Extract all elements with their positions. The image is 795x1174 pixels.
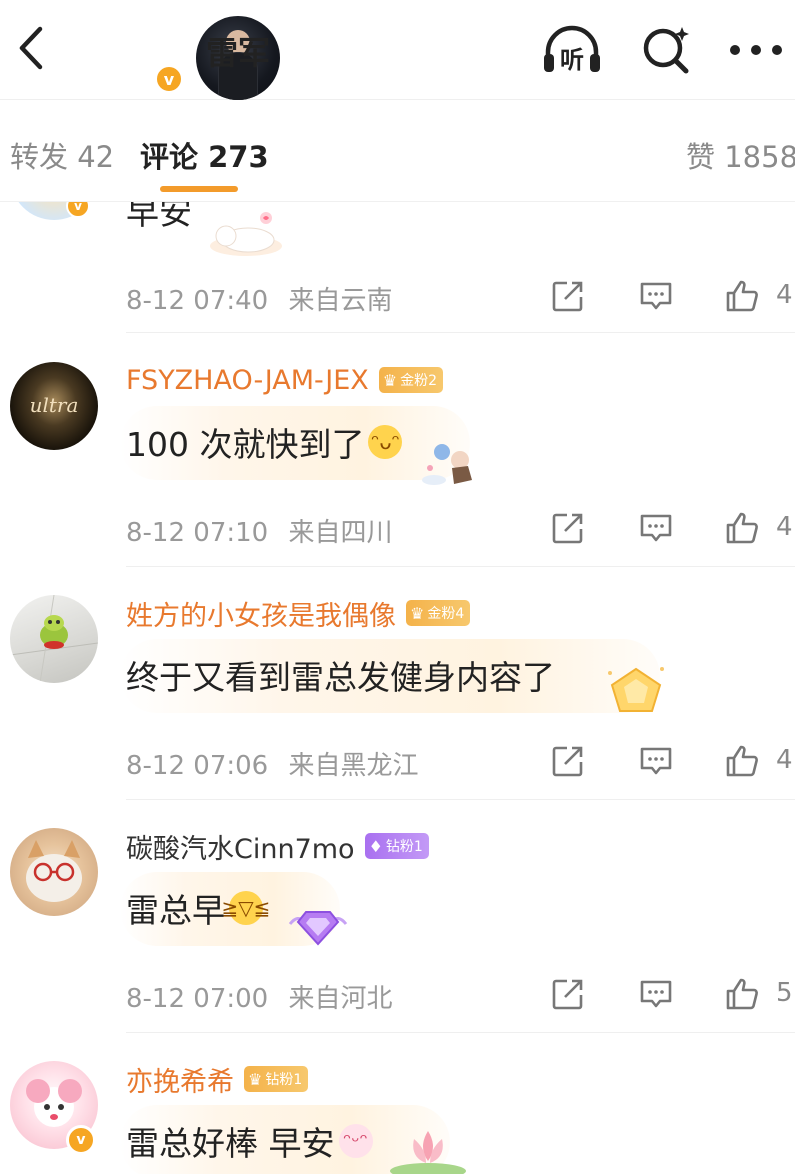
like-button[interactable] (722, 741, 762, 781)
tab-comments[interactable]: 评论 273 (140, 134, 269, 176)
comment-item: 碳酸汽水Cinn7mo ♦ 钻粉1 雷总早 ≧▽≦ 8-12 07:00 来自河北 … (0, 800, 795, 1033)
repost-button[interactable] (548, 276, 588, 316)
comment-icon (640, 282, 672, 310)
svg-text:听: 听 (560, 46, 584, 74)
cheering-emoji-icon: ≧▽≦ (222, 891, 270, 925)
divider (126, 332, 795, 333)
fan-badge: ♛ 钻粉1 (244, 1066, 309, 1092)
comment-item: v 早安 8-12 07:40 来自云南 4 (0, 202, 795, 334)
comment-meta: 8-12 07:00 来自河北 (126, 978, 392, 1015)
gold-pentagon-badge (608, 667, 664, 712)
comment-time: 8-12 07:40 (126, 286, 269, 316)
comment-item: v 亦挽希希 ♛ 钻粉1 雷总好棒 早安 ᵔᵕᵔ (0, 1033, 795, 1174)
user-avatar[interactable] (10, 828, 98, 916)
sleeping-cat-sticker (210, 212, 282, 256)
svg-text:ultra: ultra (30, 393, 79, 417)
like-button[interactable] (722, 276, 762, 316)
comment-meta: 8-12 07:06 来自黑龙江 (126, 745, 418, 782)
thumbs-up-icon (726, 745, 758, 777)
comment-location: 来自河北 (288, 984, 393, 1014)
crown-icon: ♛ (410, 603, 425, 623)
user-avatar[interactable] (10, 595, 98, 683)
comment-icon (640, 514, 672, 542)
repost-button[interactable] (548, 741, 588, 781)
comment-icon (640, 980, 672, 1008)
comment-item: 姓方的小女孩是我偶像 ♛ 金粉4 终于又看到雷总发健身内容了 8-12 07:06… (0, 567, 795, 800)
page-title: 雷军 (206, 34, 271, 72)
comment-location: 来自黑龙江 (288, 751, 419, 781)
like-count: 5 (776, 978, 793, 1008)
reply-button[interactable] (636, 508, 676, 548)
like-count: 4 (776, 745, 793, 775)
comment-text: 早安 (126, 202, 192, 232)
share-icon (552, 513, 583, 544)
comment-time: 8-12 07:06 (126, 751, 269, 781)
crown-icon: ♛ (382, 370, 398, 390)
diamond-icon: ♦ (368, 836, 383, 856)
tab-likes[interactable]: 赞 1858 (686, 134, 795, 176)
fan-badge: ♛ 金粉2 (378, 367, 444, 393)
profile-avatar[interactable]: v (98, 8, 280, 100)
like-count: 4 (776, 280, 793, 310)
tab-repost[interactable]: 转发 42 (10, 134, 114, 176)
comment-list[interactable]: v 早安 8-12 07:40 来自云南 4 ultra FSYZHAO-JAM… (0, 202, 795, 1174)
username[interactable]: 亦挽希希 ♛ 钻粉1 (126, 1063, 309, 1098)
comment-text: 终于又看到雷总发健身内容了 (126, 658, 555, 697)
comment-location: 来自四川 (288, 518, 393, 548)
search-button[interactable] (634, 20, 698, 80)
reply-button[interactable] (636, 276, 676, 316)
comment-meta: 8-12 07:10 来自四川 (126, 512, 392, 549)
share-icon (552, 746, 583, 777)
thumbs-up-icon (726, 280, 758, 312)
comment-text: 100 次就快到了 ᵔᴗᵔ (126, 420, 403, 464)
cartoon-character-sticker (422, 444, 472, 485)
purple-diamond-badge (288, 911, 348, 946)
chevron-left-icon (19, 26, 43, 70)
search-icon (643, 27, 689, 74)
like-count: 4 (776, 512, 793, 542)
comment-location: 来自云南 (288, 286, 393, 316)
tab-active-indicator (160, 186, 238, 192)
repost-button[interactable] (548, 974, 588, 1014)
comment-icon (640, 747, 672, 775)
top-bar: v 雷军 听 (0, 0, 795, 100)
share-icon (552, 979, 583, 1010)
like-button[interactable] (722, 974, 762, 1014)
more-button[interactable] (724, 20, 788, 80)
reply-button[interactable] (636, 974, 676, 1014)
share-icon (552, 281, 583, 312)
comment-meta: 8-12 07:40 来自云南 (126, 280, 392, 317)
comment-item: ultra FSYZHAO-JAM-JEX ♛ 金粉2 100 次就快到了 ᵔᴗᵔ … (0, 334, 795, 567)
reply-button[interactable] (636, 741, 676, 781)
comment-text: 雷总好棒 早安 ᵔᵕᵔ (126, 1119, 373, 1163)
like-button[interactable] (722, 508, 762, 548)
verified-icon: v (154, 64, 184, 94)
back-button[interactable] (6, 18, 56, 78)
verified-icon: v (66, 1125, 96, 1155)
username[interactable]: 碳酸汽水Cinn7mo ♦ 钻粉1 (126, 830, 429, 865)
bunny-emoji-icon: ᵔᵕᵔ (338, 1124, 373, 1158)
username[interactable]: FSYZHAO-JAM-JEX ♛ 金粉2 (126, 364, 444, 396)
user-avatar[interactable]: ultra (10, 362, 98, 450)
comment-text: 雷总早 ≧▽≦ (126, 891, 271, 930)
headphones-icon: 听 (544, 25, 600, 74)
crown-icon: ♛ (248, 1069, 263, 1089)
thumbs-up-icon (726, 978, 758, 1010)
tab-bar: 转发 42 评论 273 赞 1858 (0, 100, 795, 202)
repost-button[interactable] (548, 508, 588, 548)
laughing-emoji-icon: ᵔᴗᵔ (368, 425, 403, 459)
fan-badge: ♛ 金粉4 (406, 600, 471, 626)
listen-button[interactable]: 听 (540, 20, 604, 80)
more-dots-icon (730, 45, 782, 55)
fan-badge: ♦ 钻粉1 (364, 833, 429, 859)
thumbs-up-icon (726, 512, 758, 544)
comment-time: 8-12 07:10 (126, 518, 269, 548)
comment-time: 8-12 07:00 (126, 984, 269, 1014)
username[interactable]: 姓方的小女孩是我偶像 ♛ 金粉4 (126, 597, 471, 632)
lotus-flower-sticker (390, 1131, 466, 1174)
